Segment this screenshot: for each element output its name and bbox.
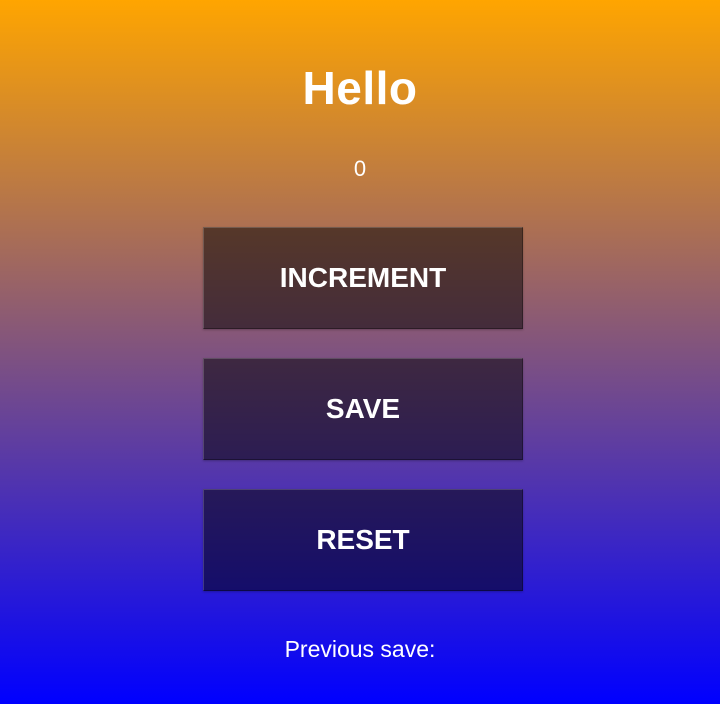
page-title: Hello <box>302 62 418 114</box>
reset-button-label: RESET <box>316 524 410 555</box>
increment-button-label: INCREMENT <box>279 262 447 293</box>
app-screen: Hello 0 INCREMENT SAVE RESET Previous sa… <box>0 0 720 704</box>
save-button[interactable]: SAVE <box>203 358 523 460</box>
previous-save-text: Previous save: <box>284 636 436 662</box>
counter-value: 0 <box>353 156 367 181</box>
save-button-label: SAVE <box>325 393 401 424</box>
reset-button[interactable]: RESET <box>203 489 523 591</box>
increment-button[interactable]: INCREMENT <box>203 227 523 329</box>
